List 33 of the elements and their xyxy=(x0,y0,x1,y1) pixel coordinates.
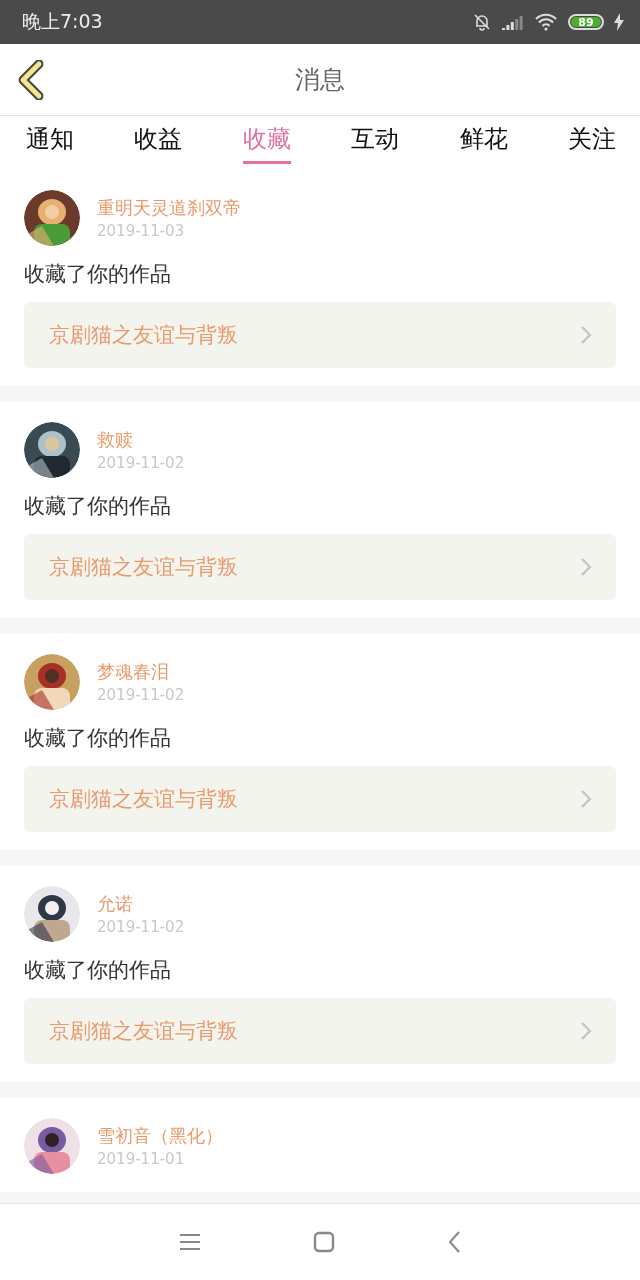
home-button[interactable] xyxy=(313,1231,335,1253)
back-nav-button[interactable] xyxy=(447,1230,461,1254)
message-text: 收藏了你的作品 xyxy=(24,957,172,984)
signal-icon xyxy=(502,14,524,30)
menu-button[interactable] xyxy=(179,1232,201,1252)
message-text: 收藏了你的作品 xyxy=(24,493,172,520)
tab[interactable]: 收藏 xyxy=(242,116,291,164)
work-link[interactable]: 京剧猫之友谊与背叛 xyxy=(24,534,616,600)
user-name[interactable]: 重明天灵道刹双帝 xyxy=(97,196,241,220)
battery-level: 89 xyxy=(571,17,601,27)
tab[interactable]: 鲜花 xyxy=(459,116,508,164)
user-name[interactable]: 梦魂春泪 xyxy=(97,660,185,684)
message-text: 收藏了你的作品 xyxy=(24,261,172,288)
work-link[interactable]: 京剧猫之友谊与背叛 xyxy=(24,766,616,832)
chevron-right-icon xyxy=(580,557,592,577)
tab[interactable]: 收益 xyxy=(134,116,183,164)
user-name[interactable]: 雪初音（黑化） xyxy=(97,1124,223,1148)
page-title: 消息 xyxy=(295,64,345,96)
message-text: 收藏了你的作品 xyxy=(24,725,172,752)
tab[interactable]: 通知 xyxy=(26,116,74,164)
work-link[interactable]: 京剧猫之友谊与背叛 xyxy=(24,302,616,368)
charging-icon xyxy=(614,13,624,31)
chevron-right-icon xyxy=(580,789,592,809)
work-link[interactable]: 京剧猫之友谊与背叛 xyxy=(24,998,616,1064)
chevron-right-icon xyxy=(580,1021,592,1041)
wifi-icon xyxy=(534,13,558,31)
user-name[interactable]: 救赎 xyxy=(97,428,185,452)
muted-bell-icon xyxy=(472,12,492,32)
tab[interactable]: 互动 xyxy=(351,116,400,164)
user-name[interactable]: 允诺 xyxy=(97,892,185,916)
chevron-right-icon xyxy=(580,325,592,345)
tab[interactable]: 关注 xyxy=(567,116,616,164)
status-time: 晚上7:03 xyxy=(22,9,103,34)
